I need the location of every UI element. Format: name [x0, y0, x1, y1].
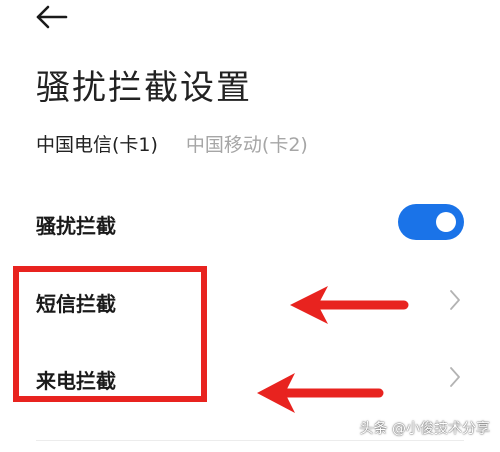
back-button[interactable]: [32, 2, 72, 32]
page-title: 骚扰拦截设置: [36, 68, 252, 108]
tab-sim-2[interactable]: 中国移动(卡2): [186, 130, 308, 157]
tab-sim-1[interactable]: 中国电信(卡1): [36, 130, 158, 157]
harassment-block-toggle[interactable]: [398, 204, 464, 240]
harassment-block-label: 骚扰拦截: [36, 214, 116, 238]
toggle-knob: [436, 212, 456, 232]
highlight-annotation-box: [13, 266, 207, 402]
setting-row-harassment-block[interactable]: 骚扰拦截: [36, 202, 464, 242]
watermark: 头条 @小俊技术分享: [359, 421, 490, 437]
chevron-right-icon: [450, 367, 460, 387]
arrow-left-icon: [36, 5, 68, 29]
sim-tabs: 中国电信(卡1) 中国移动(卡2): [36, 130, 308, 157]
chevron-right-icon: [450, 290, 460, 310]
divider: [36, 440, 464, 441]
red-arrow-icon: [257, 373, 384, 413]
red-arrow-icon: [290, 286, 409, 324]
